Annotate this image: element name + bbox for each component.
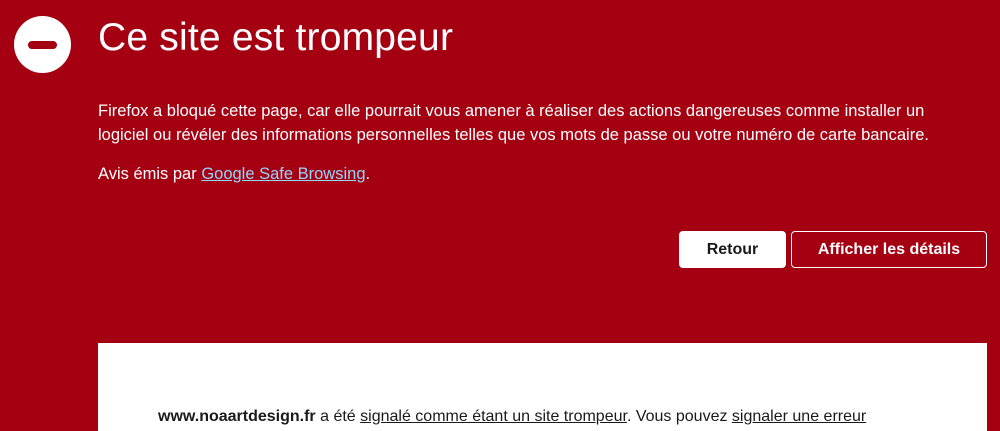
- details-text-part-2: . Vous pouvez: [626, 408, 732, 425]
- show-details-button[interactable]: Afficher les détails: [791, 231, 987, 268]
- page-title: Ce site est trompeur: [98, 16, 454, 59]
- site-name: www.noaartdesign.fr: [158, 408, 316, 425]
- advisory-suffix: .: [365, 165, 371, 183]
- blocked-icon-bar: [28, 41, 57, 49]
- report-error-link[interactable]: signaler une erreur: [732, 408, 866, 425]
- advisory-line: Avis émis par Google Safe Browsing.: [98, 162, 370, 186]
- reported-deceptive-link[interactable]: signalé comme étant un site trompeur: [360, 408, 627, 425]
- details-text-part-1: a été: [315, 408, 361, 425]
- google-safe-browsing-link[interactable]: Google Safe Browsing: [201, 165, 365, 183]
- details-panel: www.noaartdesign.fr a été signalé comme …: [98, 343, 987, 431]
- warning-description: Firefox a bloqué cette page, car elle po…: [98, 102, 929, 144]
- back-button[interactable]: Retour: [679, 231, 786, 268]
- details-text: www.noaartdesign.fr a été signalé comme …: [158, 405, 866, 429]
- blocked-icon: [14, 16, 71, 73]
- advisory-prefix: Avis émis par: [98, 165, 202, 183]
